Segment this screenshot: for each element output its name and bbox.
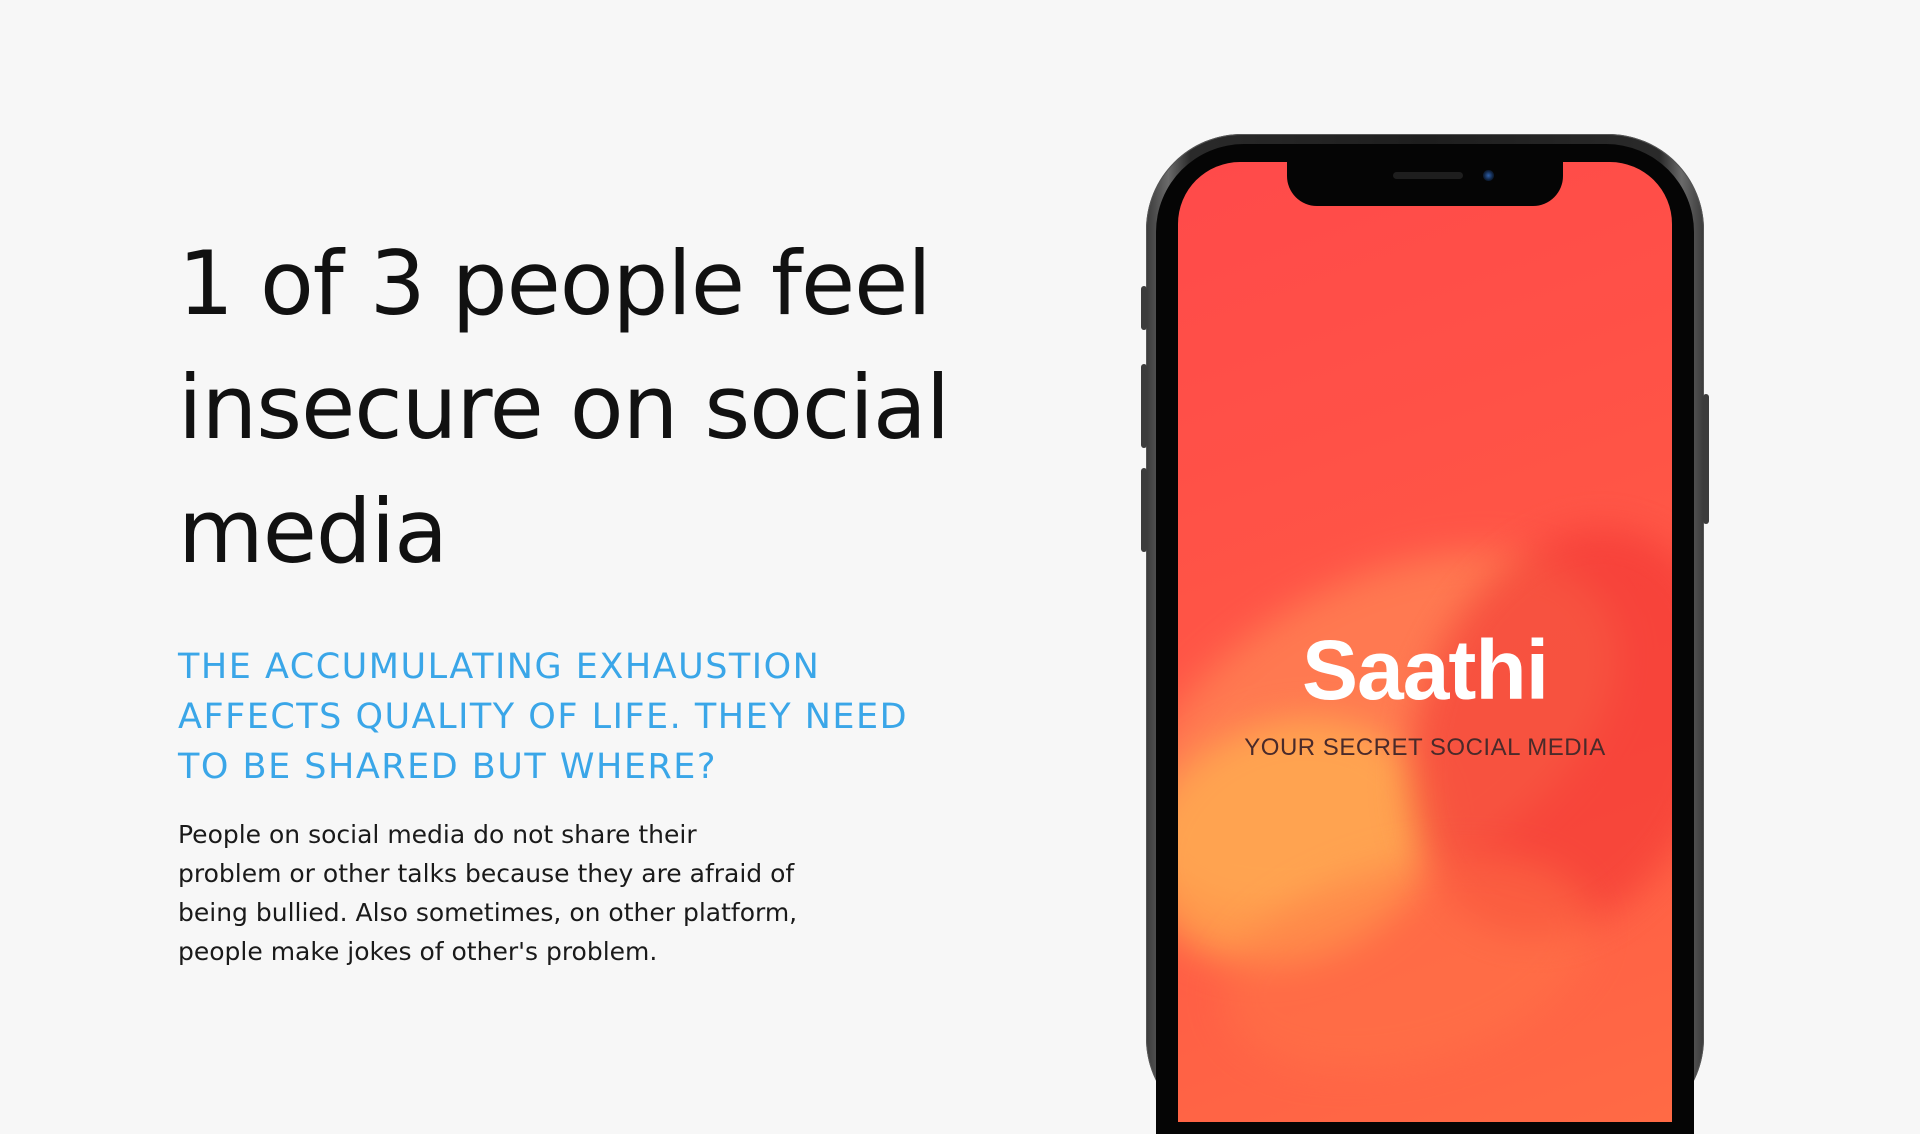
app-name: Saathi [1301, 623, 1549, 717]
phone-mute-switch [1141, 286, 1147, 330]
phone-mockup: Saathi YOUR SECRET SOCIAL MEDIA [1141, 134, 1709, 1134]
phone-volume-down-button [1141, 468, 1147, 552]
subheading: THE ACCUMULATING EXHAUSTION AFFECTS QUAL… [178, 647, 909, 787]
speaker-grille [1393, 172, 1463, 179]
front-camera-icon [1483, 170, 1494, 181]
app-tagline: YOUR SECRET SOCIAL MEDIA [1244, 734, 1606, 761]
phone-notch [1287, 162, 1563, 206]
phone-volume-up-button [1141, 364, 1147, 448]
body-text: People on social media do not share thei… [178, 820, 798, 966]
phone-power-button [1703, 394, 1709, 524]
headline: 1 of 3 people feel insecure on social me… [178, 232, 950, 583]
phone-screen: Saathi YOUR SECRET SOCIAL MEDIA [1178, 162, 1672, 1122]
